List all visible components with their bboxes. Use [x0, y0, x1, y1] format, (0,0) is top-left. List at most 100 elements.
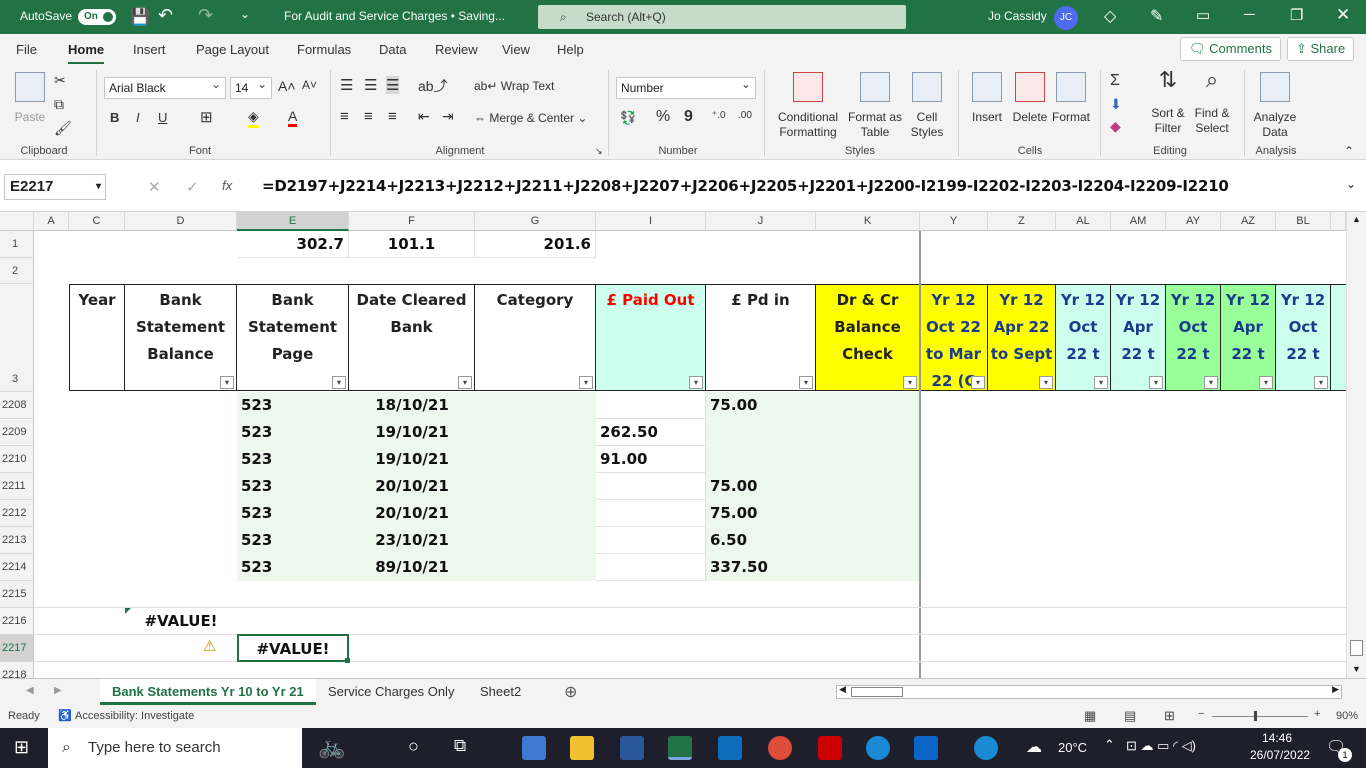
header-next[interactable] [1331, 284, 1346, 391]
cell-e2210[interactable]: 523 [237, 446, 349, 473]
zoom-level[interactable]: 90% [1336, 710, 1358, 722]
customize-qat-icon[interactable]: ⌄ [240, 7, 250, 21]
increase-font-icon[interactable]: A˄ [278, 78, 296, 94]
cut-icon[interactable]: ✂ [54, 72, 66, 89]
col-header-y[interactable]: Y [920, 212, 988, 231]
filter-dropdown-icon[interactable]: ▾ [689, 376, 703, 389]
clock-date[interactable]: 26/07/2022 [1250, 748, 1310, 762]
avatar[interactable]: JC [1054, 6, 1078, 30]
menu-page-layout[interactable]: Page Layout [196, 42, 269, 57]
row-header[interactable]: 2212 [0, 500, 34, 527]
search-box[interactable]: ⌕ Search (Alt+Q) [538, 5, 906, 29]
merge-center-button[interactable]: ⇔ Merge & Center ⌄ [474, 111, 587, 125]
decrease-indent-icon[interactable]: ⇤ [418, 108, 430, 125]
insert-function-icon[interactable]: fx [222, 178, 232, 193]
taskbar-search[interactable]: ⌕ Type here to search [48, 728, 302, 768]
task-view-icon[interactable]: ⧉ [454, 736, 466, 756]
undo-icon[interactable]: ↶ [158, 5, 173, 26]
col-header-a[interactable]: A [34, 212, 69, 231]
scroll-thumb[interactable] [1350, 640, 1363, 656]
col-header-d[interactable]: D [125, 212, 237, 231]
analyze-data-button[interactable]: Analyze Data [1250, 72, 1300, 140]
col-header-e[interactable]: E [237, 212, 349, 231]
menu-review[interactable]: Review [435, 42, 478, 57]
header-ay[interactable]: Yr 12 Oct 22 t ▾ [1166, 284, 1221, 391]
warning-icon[interactable]: ⚠ [203, 637, 216, 655]
conditional-formatting-button[interactable]: Conditional Formatting [772, 72, 844, 140]
cell-e2212[interactable]: 523 [237, 500, 349, 527]
cancel-icon[interactable]: ✕ [148, 178, 161, 196]
decrease-font-icon[interactable]: A˅ [302, 78, 317, 92]
menu-view[interactable]: View [502, 42, 530, 57]
cell-f2213[interactable]: 23/10/21 [349, 527, 475, 554]
menu-home[interactable]: Home [68, 42, 105, 65]
cell-e2213[interactable]: 523 [237, 527, 349, 554]
zoom-in-icon[interactable]: + [1314, 708, 1320, 720]
filter-dropdown-icon[interactable]: ▾ [220, 376, 234, 389]
search-highlight-icon[interactable]: 🚲 [318, 734, 345, 760]
header-paid-out[interactable]: £ Paid Out ▾ [596, 284, 706, 391]
header-yr12-apr-sept[interactable]: Yr 12 Apr 22 to Sept ▾ [988, 284, 1056, 391]
collapse-ribbon-icon[interactable]: ⌃ [1344, 144, 1354, 158]
bold-button[interactable]: B [110, 110, 119, 125]
col-header-z[interactable]: Z [988, 212, 1056, 231]
filter-dropdown-icon[interactable]: ▾ [1094, 376, 1108, 389]
find-select-button[interactable]: ⌕ Find & Select [1190, 69, 1234, 136]
align-top-icon[interactable]: ☰ [340, 76, 353, 94]
cell-i2211[interactable] [596, 473, 706, 500]
delete-cells-button[interactable]: Delete [1010, 72, 1050, 125]
align-center-icon[interactable]: ≡ [364, 108, 373, 125]
font-name-select[interactable]: Arial Black [104, 74, 226, 99]
header-paid-in[interactable]: £ Pd in ▾ [706, 284, 816, 391]
accessibility-status[interactable]: Accessibility: Investigate [75, 710, 194, 722]
col-header-ay[interactable]: AY [1166, 212, 1221, 231]
filter-dropdown-icon[interactable]: ▾ [1314, 376, 1328, 389]
excel-icon[interactable] [668, 736, 692, 760]
cell-styles-button[interactable]: Cell Styles [904, 72, 950, 140]
align-right-icon[interactable]: ≡ [388, 108, 397, 125]
alignment-launcher-icon[interactable]: ↘ [595, 146, 603, 157]
underline-button[interactable]: U [158, 110, 167, 125]
filter-dropdown-icon[interactable]: ▾ [458, 376, 472, 389]
menu-file[interactable]: File [16, 42, 37, 57]
cell-f2211[interactable]: 20/10/21 [349, 473, 475, 500]
increase-indent-icon[interactable]: ⇥ [442, 108, 454, 125]
orientation-icon[interactable]: ab⤴ [418, 76, 448, 96]
cell-j2209[interactable] [706, 419, 816, 446]
zoom-out-icon[interactable]: − [1198, 708, 1204, 720]
tab-prev-icon[interactable]: ◀ [26, 685, 34, 696]
scroll-right-icon[interactable]: ▶ [1332, 684, 1339, 695]
normal-view-icon[interactable]: ▦ [1084, 708, 1096, 724]
tab-sheet2[interactable]: Sheet2 [468, 679, 533, 705]
col-header-al[interactable]: AL [1056, 212, 1111, 231]
header-yr12-oct-mar[interactable]: Yr 12 Oct 22 to Mar 22 (C ▾ [920, 284, 988, 391]
col-header-next[interactable] [1331, 212, 1346, 231]
header-al[interactable]: Yr 12 Oct 22 t ▾ [1056, 284, 1111, 391]
cell-i2212[interactable] [596, 500, 706, 527]
chrome-icon[interactable] [768, 736, 792, 760]
format-cells-button[interactable]: Format [1050, 72, 1092, 125]
clear-icon[interactable]: ◆ [1110, 118, 1121, 135]
autosave-toggle[interactable]: On [78, 9, 116, 25]
decrease-decimal-icon[interactable]: .00 [738, 110, 752, 121]
col-header-f[interactable]: F [349, 212, 475, 231]
italic-button[interactable]: I [136, 110, 140, 125]
horizontal-scrollbar[interactable]: ◀ ▶ [836, 684, 1342, 699]
autosum-icon[interactable]: Σ [1110, 72, 1120, 90]
increase-decimal-icon[interactable]: ⁺.0 [712, 110, 726, 121]
comments-button[interactable]: 🗨 Comments [1180, 37, 1281, 61]
cell-i2210[interactable]: 91.00 [596, 446, 706, 473]
col-header-i[interactable]: I [596, 212, 706, 231]
menu-help[interactable]: Help [557, 42, 584, 57]
close-icon[interactable]: ✕ [1336, 5, 1350, 25]
currency-icon[interactable]: 💱 [620, 110, 636, 126]
filter-dropdown-icon[interactable]: ▾ [1039, 376, 1053, 389]
copy-icon[interactable]: ⧉ [54, 96, 64, 113]
document-title[interactable]: For Audit and Service Charges • Saving..… [284, 9, 505, 23]
cell-f2210[interactable]: 19/10/21 [349, 446, 475, 473]
fill-handle[interactable] [345, 658, 350, 663]
app-icon-1[interactable] [522, 736, 546, 760]
comma-button[interactable]: 9 [684, 108, 693, 126]
mcafee-icon[interactable] [818, 736, 842, 760]
wrap-text-button[interactable]: ab↵ Wrap Text [474, 79, 554, 93]
